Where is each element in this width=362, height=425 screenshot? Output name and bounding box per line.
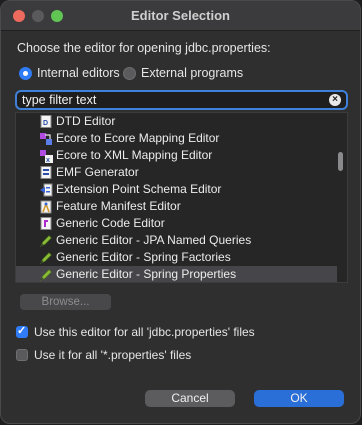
radio-external-programs[interactable]: External programs	[123, 65, 243, 81]
list-item[interactable]: EMF Generator	[16, 164, 337, 181]
cancel-button[interactable]: Cancel	[145, 390, 235, 407]
list-item[interactable]: Generic Code Editor	[16, 215, 337, 232]
radio-label: External programs	[141, 66, 244, 80]
vertical-scrollbar[interactable]	[337, 113, 345, 282]
checkbox-use-for-extension[interactable]: Use it for all '*.properties' files	[16, 347, 191, 363]
schema-editor-icon	[39, 183, 53, 197]
checkbox-use-for-file[interactable]: ✓ Use this editor for all 'jdbc.properti…	[16, 324, 255, 340]
checkbox-label: Use this editor for all 'jdbc.properties…	[34, 325, 255, 339]
radio-button-selected-icon	[19, 66, 32, 80]
clear-filter-icon[interactable]: ×	[329, 94, 341, 106]
list-item-label: Ecore to XML Mapping Editor	[56, 148, 213, 162]
browse-button[interactable]: Browse...	[20, 294, 111, 310]
scrollbar-thumb[interactable]	[338, 152, 343, 171]
list-item[interactable]: Generic Editor - Spring Factories	[16, 249, 337, 266]
filter-field[interactable]: ×	[15, 90, 348, 110]
list-item-label: Generic Editor - Spring Factories	[56, 250, 231, 264]
code-editor-icon	[39, 217, 53, 231]
list-item-label: Generic Editor - Spring Properties	[56, 267, 237, 281]
prompt-text: Choose the editor for opening jdbc.prope…	[17, 41, 271, 55]
svg-text:D: D	[43, 120, 48, 127]
emf-generator-icon	[39, 166, 53, 180]
list-item[interactable]: x Ecore to XML Mapping Editor	[16, 147, 337, 164]
list-item-selected[interactable]: Generic Editor - Spring Properties	[16, 266, 337, 282]
list-item-label: Ecore to Ecore Mapping Editor	[56, 131, 220, 145]
list-item-label: Generic Code Editor	[56, 216, 165, 230]
radio-internal-editors[interactable]: Internal editors	[19, 65, 120, 81]
ok-button[interactable]: OK	[254, 390, 344, 407]
radio-label: Internal editors	[37, 66, 120, 80]
editor-list[interactable]: D DTD Editor Ecore to Ecore Mapping Edit…	[15, 112, 348, 283]
list-item-label: Feature Manifest Editor	[56, 199, 181, 213]
list-item-label: DTD Editor	[56, 114, 116, 128]
xml-mapping-icon: x	[39, 149, 53, 163]
list-item[interactable]: D DTD Editor	[16, 113, 337, 130]
ecore-mapping-icon	[39, 132, 53, 146]
pen-icon	[39, 251, 53, 265]
radio-button-unselected-icon	[123, 66, 136, 80]
list-item[interactable]: Generic Editor - JPA Named Queries	[16, 232, 337, 249]
checkbox-unchecked-icon	[16, 349, 28, 361]
list-item-label: Generic Editor - JPA Named Queries	[56, 233, 252, 247]
list-item[interactable]: Feature Manifest Editor	[16, 198, 337, 215]
list-item-label: EMF Generator	[56, 165, 139, 179]
checkbox-label: Use it for all '*.properties' files	[34, 348, 192, 362]
pen-icon	[39, 268, 53, 282]
filter-input[interactable]	[22, 92, 327, 108]
list-item[interactable]: Extension Point Schema Editor	[16, 181, 337, 198]
list-item-label: Extension Point Schema Editor	[56, 182, 222, 196]
window-title: Editor Selection	[131, 8, 230, 23]
pen-icon	[39, 234, 53, 248]
editor-selection-dialog: Editor Selection Choose the editor for o…	[0, 0, 361, 424]
checkbox-checked-icon: ✓	[16, 325, 28, 338]
svg-text:x: x	[46, 157, 50, 163]
list-item[interactable]: Ecore to Ecore Mapping Editor	[16, 130, 337, 147]
feature-manifest-icon	[39, 200, 53, 214]
dtd-document-icon: D	[39, 115, 53, 129]
title-bar: Editor Selection	[1, 1, 360, 31]
